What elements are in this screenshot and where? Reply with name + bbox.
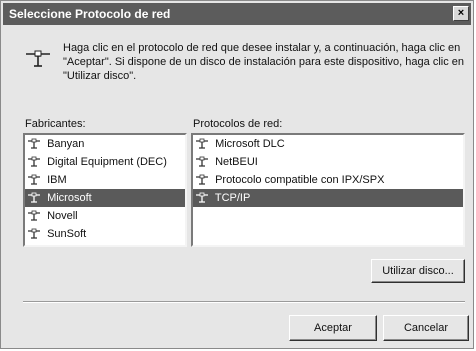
protocol-icon	[196, 174, 208, 185]
cancel-label: Cancelar	[403, 322, 449, 334]
protocol-icon	[28, 138, 40, 149]
close-button[interactable]: ×	[453, 6, 469, 21]
protocol-icon	[28, 174, 40, 185]
list-item-sunsoft[interactable]: SunSoft	[25, 225, 185, 243]
have-disk-button[interactable]: Utilizar disco...	[371, 259, 465, 283]
protocol-icon	[28, 210, 40, 221]
title-bar: Seleccione Protocolo de red ×	[3, 3, 471, 25]
list-item-microsoft[interactable]: Microsoft	[25, 189, 185, 207]
protocol-icon	[196, 156, 208, 167]
protocol-icon	[196, 192, 208, 203]
list-item-digital-equipment[interactable]: Digital Equipment (DEC)	[25, 153, 185, 171]
list-item-ibm[interactable]: IBM	[25, 171, 185, 189]
list-item-banyan[interactable]: Banyan	[25, 135, 185, 153]
protocols-label: Protocolos de red:	[193, 118, 283, 130]
protocol-icon	[196, 138, 208, 149]
list-item-tcp-ip[interactable]: TCP/IP	[193, 189, 463, 207]
list-item-novell[interactable]: Novell	[25, 207, 185, 225]
protocols-list[interactable]: Microsoft DLC NetBEUI Protocolo compatib…	[191, 133, 465, 247]
instructions-text: Haga clic en el protocolo de red que des…	[63, 42, 464, 82]
manufacturers-label: Fabricantes:	[25, 118, 86, 130]
protocol-icon	[28, 192, 40, 203]
list-item-netbeui[interactable]: NetBEUI	[193, 153, 463, 171]
protocol-icon	[28, 156, 40, 167]
protocol-icon	[28, 228, 40, 239]
window-title: Seleccione Protocolo de red	[9, 7, 171, 21]
manufacturers-list[interactable]: Banyan Digital Equipment (DEC) IBM Micro…	[23, 133, 187, 247]
cancel-button[interactable]: Cancelar	[383, 315, 469, 341]
ok-button[interactable]: Aceptar	[289, 315, 377, 341]
ok-label: Aceptar	[314, 322, 352, 334]
select-network-protocol-dialog: Seleccione Protocolo de red × Haga clic …	[0, 0, 474, 349]
list-item-ipx-spx[interactable]: Protocolo compatible con IPX/SPX	[193, 171, 463, 189]
network-protocol-icon	[26, 50, 50, 67]
list-item-microsoft-dlc[interactable]: Microsoft DLC	[193, 135, 463, 153]
have-disk-label: Utilizar disco...	[382, 265, 454, 277]
button-separator	[23, 301, 465, 303]
